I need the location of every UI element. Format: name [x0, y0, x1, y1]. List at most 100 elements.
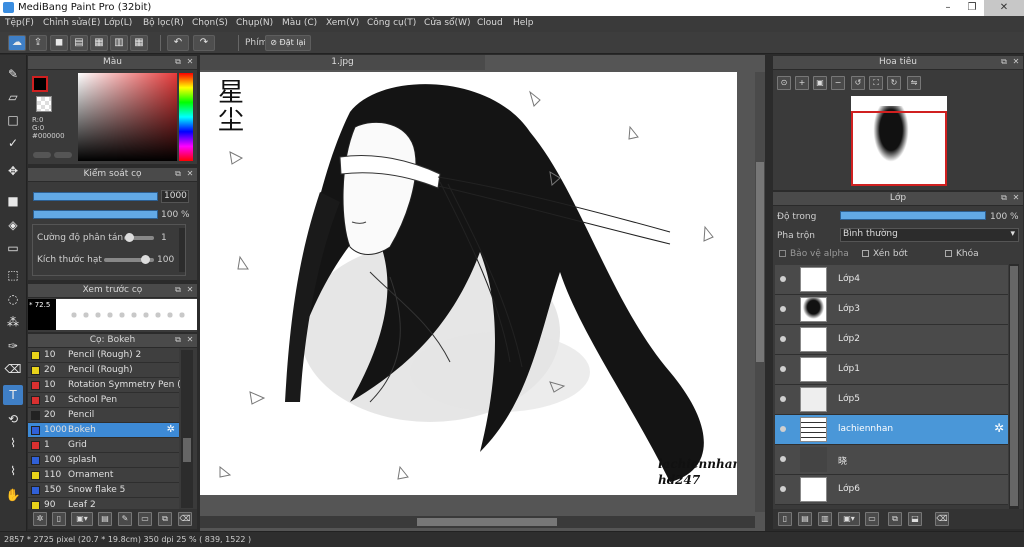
zoom-in-icon[interactable]: +	[795, 76, 809, 90]
brush-item-selected[interactable]: 1000 Bokeh ✲	[28, 423, 179, 438]
duplicate-layer-icon[interactable]: ⧉	[888, 512, 902, 526]
brush-item[interactable]: 150 Snow flake 5	[28, 483, 179, 498]
layer-scroll-thumb[interactable]	[1010, 266, 1018, 506]
dropper-tool-icon[interactable]: ⌇	[3, 461, 23, 481]
new-8bit-layer-icon[interactable]: ▥	[818, 512, 832, 526]
layer-opacity-slider[interactable]	[840, 211, 986, 220]
layer-scrollbar[interactable]	[1009, 264, 1019, 510]
brush-item[interactable]: 20 Pencil	[28, 408, 179, 423]
layer-row[interactable]: Lớp3	[775, 295, 1008, 325]
brush-list-scrollbar[interactable]	[181, 350, 193, 508]
trash-icon[interactable]: ⌫	[935, 512, 949, 526]
close-icon[interactable]: ✕	[185, 335, 195, 345]
visibility-icon[interactable]	[780, 456, 786, 462]
brush-settings-icon[interactable]: ✲	[33, 512, 47, 526]
visibility-icon[interactable]	[780, 306, 786, 312]
redo-icon[interactable]: ↷	[193, 35, 215, 51]
menu-layer[interactable]: Lớp(L)	[104, 18, 132, 28]
bucket-tool-icon[interactable]: ◈	[3, 215, 23, 235]
dot-tool-icon[interactable]: ✓	[3, 133, 23, 153]
comment-icon[interactable]: ◼	[50, 35, 68, 51]
folder-icon[interactable]: ▭	[138, 512, 152, 526]
share-icon[interactable]: ⇪	[29, 35, 47, 51]
select-pen-tool-icon[interactable]: ✑	[3, 336, 23, 356]
float-icon[interactable]: ⧉	[173, 57, 183, 67]
brush-edit-icon[interactable]: ✎	[118, 512, 132, 526]
menu-select[interactable]: Chọn(S)	[192, 18, 228, 28]
merge-down-icon[interactable]: ⬓	[908, 512, 922, 526]
select-tool-icon[interactable]: ⬚	[3, 265, 23, 285]
visibility-icon[interactable]	[780, 486, 786, 492]
menu-filter[interactable]: Bộ lọc(R)	[143, 18, 184, 28]
close-icon[interactable]: ✕	[185, 285, 195, 295]
brush-item[interactable]: 10 School Pen	[28, 393, 179, 408]
protect-alpha-checkbox[interactable]	[779, 250, 786, 257]
float-icon[interactable]: ⧉	[999, 57, 1009, 67]
scrollbar-thumb[interactable]	[183, 438, 191, 462]
drawing-canvas[interactable]: 星 尘 lachiennhan hd247	[200, 72, 737, 495]
tab-canvas-file[interactable]: 1.jpg	[200, 55, 485, 70]
menu-view[interactable]: Xem(V)	[326, 18, 359, 28]
canvas-horizontal-scrollbar[interactable]	[200, 516, 755, 528]
folder-icon[interactable]: ▭	[865, 512, 879, 526]
document-icon[interactable]: ▦	[90, 35, 108, 51]
menu-tools[interactable]: Công cụ(T)	[367, 18, 416, 28]
message-icon[interactable]: ▤	[70, 35, 88, 51]
fit-window-icon[interactable]: ⛶	[869, 76, 883, 90]
canvas-vertical-scrollbar[interactable]	[755, 72, 765, 512]
brush-tool-icon[interactable]: ✎	[3, 64, 23, 84]
gallery-icon[interactable]: ▥	[110, 35, 128, 51]
brush-item[interactable]: 10 Rotation Symmetry Pen (Si	[28, 378, 189, 393]
close-button[interactable]: ✕	[984, 0, 1024, 16]
brush-item[interactable]: 110 Ornament	[28, 468, 179, 483]
clipping-checkbox[interactable]	[862, 250, 869, 257]
reset-button[interactable]: ⊘ Đặt lại	[265, 35, 311, 51]
eyedropper-tool-icon[interactable]: ⌇	[3, 433, 23, 453]
flip-icon[interactable]: ⇋	[907, 76, 921, 90]
brush-copy-icon[interactable]: ▤	[98, 512, 112, 526]
color-mode-button[interactable]	[33, 152, 51, 158]
menu-color[interactable]: Màu (C)	[282, 18, 317, 28]
gradient-tool-icon[interactable]: ▭	[3, 238, 23, 258]
float-icon[interactable]: ⧉	[999, 193, 1009, 203]
brush-item[interactable]: 100 splash	[28, 453, 179, 468]
undo-icon[interactable]: ↶	[167, 35, 189, 51]
scatter-handle[interactable]	[125, 233, 134, 242]
duplicate-icon[interactable]: ⧉	[158, 512, 172, 526]
add-layer-menu-icon[interactable]: ▣▾	[838, 512, 860, 526]
blend-mode-select[interactable]: Bình thường ▾	[840, 228, 1019, 242]
grid-icon[interactable]: ▦	[130, 35, 148, 51]
visibility-icon[interactable]	[780, 426, 786, 432]
hue-slider[interactable]	[179, 73, 193, 161]
float-icon[interactable]: ⧉	[173, 285, 183, 295]
rectangle-tool-icon[interactable]: □	[3, 110, 23, 130]
operation-tool-icon[interactable]: ⟲	[3, 409, 23, 429]
menu-edit[interactable]: Chỉnh sửa(E)	[43, 18, 100, 28]
lasso-tool-icon[interactable]: ◌	[3, 289, 23, 309]
brush-item[interactable]: 10 Pencil (Rough) 2	[28, 348, 179, 363]
close-icon[interactable]: ✕	[185, 57, 195, 67]
menu-snap[interactable]: Chụp(N)	[236, 18, 273, 28]
menu-window[interactable]: Cửa sổ(W)	[424, 18, 470, 28]
close-icon[interactable]: ✕	[1011, 193, 1021, 203]
layer-row[interactable]: Lớp1	[775, 355, 1008, 385]
particle-handle[interactable]	[141, 255, 150, 264]
brush-size-value[interactable]: 1000	[161, 190, 189, 203]
brush-item[interactable]: 90 Leaf 2	[28, 498, 179, 509]
text-tool-icon[interactable]: T	[3, 385, 23, 405]
close-icon[interactable]: ✕	[1011, 57, 1021, 67]
canvas-vscroll-thumb[interactable]	[756, 162, 764, 362]
visibility-icon[interactable]	[780, 366, 786, 372]
rotate-right-icon[interactable]: ↻	[887, 76, 901, 90]
minimize-button[interactable]: –	[936, 0, 960, 16]
select-eraser-tool-icon[interactable]: ⌫	[3, 359, 23, 379]
menu-cloud[interactable]: Cloud	[477, 18, 503, 28]
zoom-out-icon[interactable]: −	[831, 76, 845, 90]
hand-tool-icon[interactable]: ✋	[3, 485, 23, 505]
layer-row[interactable]: 晓	[775, 445, 1008, 475]
layer-row[interactable]: Lớp2	[775, 325, 1008, 355]
menu-help[interactable]: Help	[513, 18, 534, 28]
canvas-hscroll-thumb[interactable]	[417, 518, 557, 526]
saturation-value-picker[interactable]	[78, 73, 177, 161]
new-layer-icon[interactable]: ▯	[778, 512, 792, 526]
